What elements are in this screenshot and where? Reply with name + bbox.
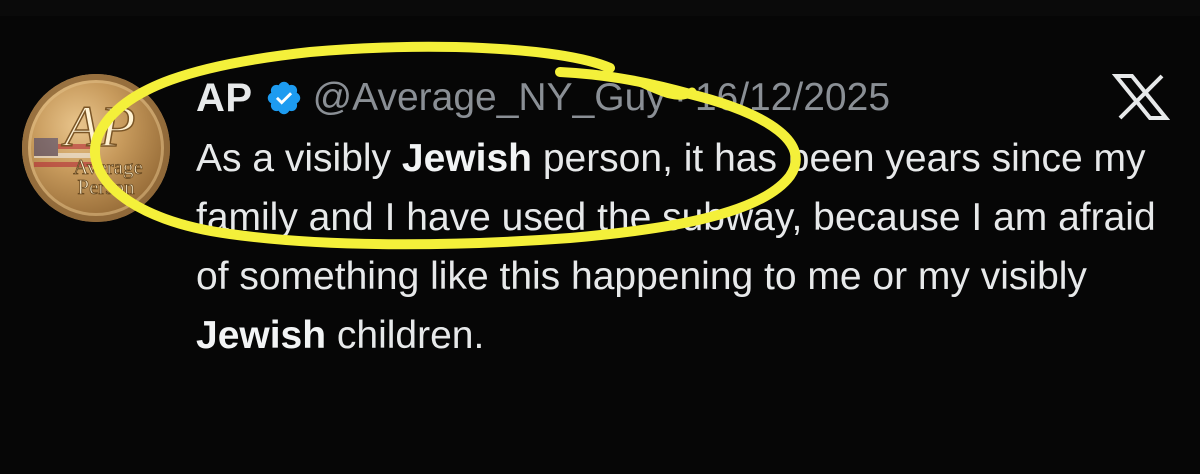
tweet-card[interactable]: AP Average Person AP @Average_NY_Guy · 1… — [0, 16, 1200, 474]
tweet-text-bold-segment: Jewish — [196, 314, 327, 357]
display-name[interactable]: AP — [196, 76, 253, 121]
verified-badge-icon[interactable] — [265, 79, 303, 117]
tweet-header: AP @Average_NY_Guy · 16/12/2025 — [196, 70, 890, 126]
avatar-coin-icon: AP Average Person — [34, 93, 143, 199]
screen-top-edge — [0, 0, 1200, 16]
avatar[interactable]: AP Average Person — [22, 74, 170, 222]
x-logo-icon[interactable] — [1110, 74, 1171, 120]
tweet-text-bold-segment: Jewish — [401, 137, 532, 180]
author-handle[interactable]: @Average_NY_Guy — [313, 76, 666, 120]
avatar-text-line2: Person — [77, 175, 135, 199]
tweet-date[interactable]: 16/12/2025 — [695, 76, 890, 120]
tweet-text-segment: children. — [326, 314, 485, 357]
avatar-monogram: AP — [61, 94, 136, 159]
tweet-text: As a visibly Jewish person, it has been … — [196, 129, 1176, 365]
separator-dot: · — [673, 76, 687, 119]
tweet-text-segment: As a visibly — [196, 137, 402, 180]
